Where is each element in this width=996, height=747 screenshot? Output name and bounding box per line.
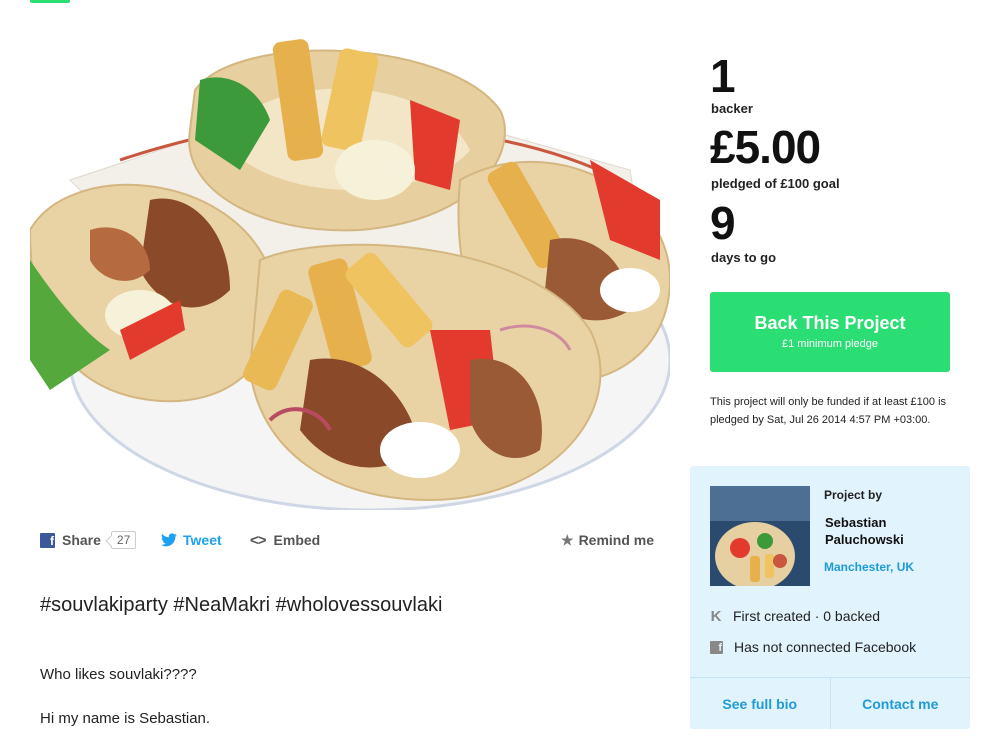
funding-note: This project will only be funded if at l…: [710, 396, 947, 426]
star-icon: ★: [561, 531, 574, 548]
share-bar: f Share 27 Tweet <> Embed ★ Remind me: [40, 528, 660, 552]
twitter-icon: [161, 533, 177, 547]
description-paragraph: Who likes souvlaki????: [40, 666, 197, 683]
remind-label: Remind me: [578, 532, 655, 548]
avatar-photo: [710, 486, 810, 586]
kickstarter-icon: K: [710, 607, 722, 625]
souvlaki-illustration: [28, 39, 672, 512]
tweet-label: Tweet: [183, 532, 222, 548]
tweet-button[interactable]: Tweet: [161, 528, 222, 552]
created-backed-text: First created · 0 backed: [733, 608, 881, 624]
creator-card: Project by Sebastian Paluchowski Manches…: [690, 466, 970, 729]
project-by-label: Project by: [824, 488, 883, 502]
facebook-icon: f: [710, 640, 723, 654]
share-count: 27: [110, 531, 137, 549]
code-icon: <>: [250, 531, 267, 549]
remind-me-button[interactable]: ★ Remind me: [561, 528, 654, 552]
creator-avatar[interactable]: [710, 486, 810, 586]
backers-count: 1: [710, 50, 736, 102]
top-accent-tab: [30, 0, 70, 3]
days-label: days to go: [711, 250, 777, 265]
creator-name[interactable]: Sebastian Paluchowski: [825, 514, 955, 548]
contact-me-button[interactable]: Contact me: [829, 678, 971, 729]
description-paragraph: Hi my name is Sebastian.: [40, 710, 211, 727]
back-project-button[interactable]: Back This Project £1 minimum pledge: [710, 292, 950, 372]
minimum-pledge-label: £1 minimum pledge: [782, 338, 878, 350]
project-hashtags: #souvlakiparty #NeaMakri #wholovessouvla…: [40, 594, 443, 616]
facebook-status-text: Has not connected Facebook: [734, 639, 917, 655]
share-label: Share: [62, 532, 101, 548]
pledged-label: pledged of £100 goal: [711, 176, 840, 191]
creator-card-footer: See full bio Contact me: [690, 677, 970, 729]
pledged-amount: £5.00: [710, 121, 821, 173]
created-backed-row: K First created · 0 backed: [710, 607, 881, 625]
back-project-label: Back This Project: [754, 313, 906, 333]
project-hero-image[interactable]: [28, 30, 672, 512]
days-count: 9: [710, 197, 736, 249]
facebook-share-button[interactable]: f Share 27: [40, 528, 137, 552]
embed-label: Embed: [273, 532, 321, 548]
embed-button[interactable]: <> Embed: [250, 528, 320, 552]
facebook-icon: f: [40, 532, 55, 548]
backers-label: backer: [711, 101, 753, 116]
see-full-bio-button[interactable]: See full bio: [690, 678, 830, 729]
facebook-status-row: f Has not connected Facebook: [710, 639, 916, 655]
creator-location[interactable]: Manchester, UK: [824, 560, 914, 574]
